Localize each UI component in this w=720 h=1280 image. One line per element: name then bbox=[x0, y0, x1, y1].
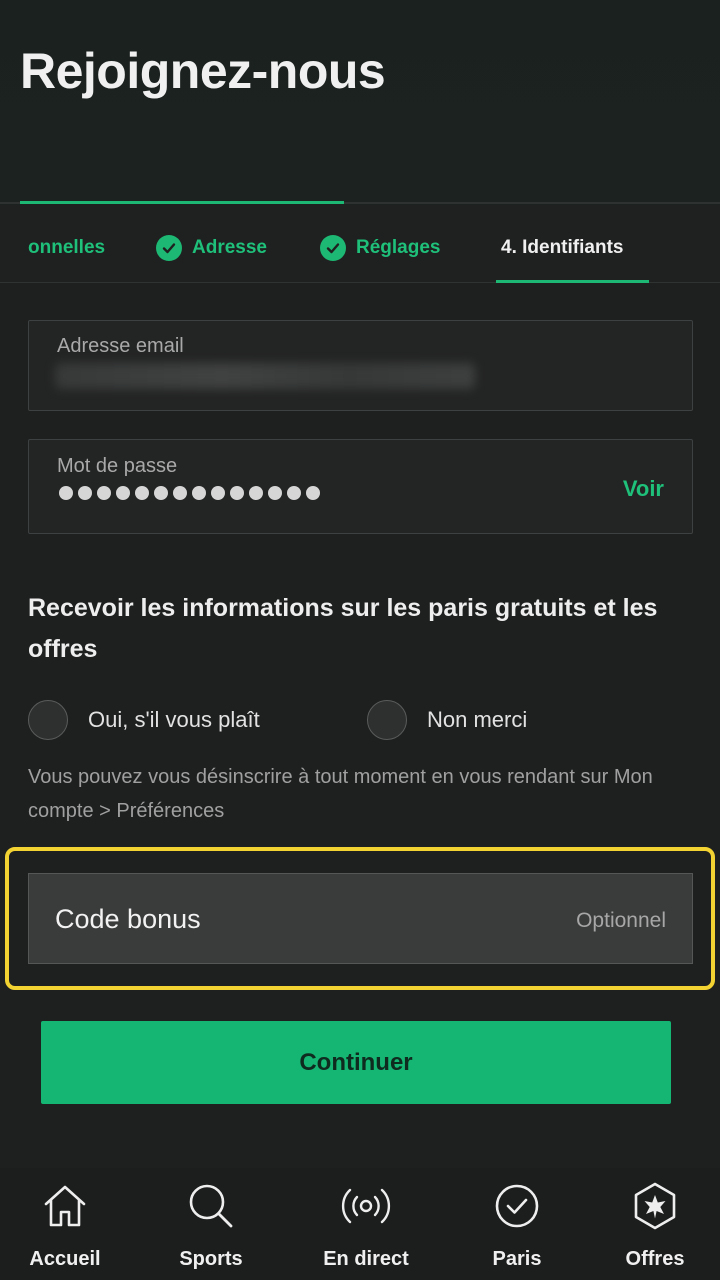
step-tab-personnelles[interactable]: onnelles bbox=[28, 231, 105, 265]
password-dot bbox=[154, 486, 168, 500]
nav-item-accueil[interactable]: Accueil bbox=[0, 1180, 135, 1271]
password-dot bbox=[192, 486, 206, 500]
password-dot bbox=[97, 486, 111, 500]
live-broadcast-icon bbox=[341, 1188, 391, 1224]
step-label: Réglages bbox=[356, 237, 441, 258]
unsubscribe-hint: Vous pouvez vous désinscrire à tout mome… bbox=[28, 766, 653, 822]
bonus-code-label: Code bonus bbox=[55, 904, 201, 934]
search-icon bbox=[189, 1184, 233, 1228]
star-badge-icon bbox=[634, 1182, 676, 1230]
active-step-underline bbox=[496, 280, 649, 283]
header: Rejoignez-nous bbox=[0, 0, 720, 205]
password-label: Mot de passe bbox=[57, 455, 178, 477]
password-dot bbox=[306, 486, 320, 500]
nav-label: Paris bbox=[492, 1248, 542, 1270]
password-dot bbox=[59, 486, 73, 500]
radio-button[interactable] bbox=[28, 700, 68, 740]
password-mask bbox=[59, 486, 320, 500]
nav-label: Accueil bbox=[29, 1248, 101, 1270]
password-dot bbox=[173, 486, 187, 500]
check-icon bbox=[156, 235, 182, 261]
radio-option-yes[interactable]: Oui, s'il vous plaît bbox=[28, 700, 260, 740]
bottom-nav: Accueil Sports En direct Paris Offres bbox=[0, 1168, 720, 1280]
password-dot bbox=[116, 486, 130, 500]
step-label: Adresse bbox=[192, 237, 267, 258]
step-tab-adresse[interactable]: Adresse bbox=[156, 231, 267, 265]
check-icon bbox=[320, 235, 346, 261]
password-dot bbox=[230, 486, 244, 500]
home-icon bbox=[44, 1185, 86, 1227]
show-password-button[interactable]: Voir bbox=[623, 476, 664, 502]
step-tabs: onnelles Adresse Réglages 4. Identifiant… bbox=[0, 205, 720, 283]
password-dot bbox=[249, 486, 263, 500]
radio-label-yes: Oui, s'il vous plaît bbox=[88, 707, 260, 732]
nav-label: En direct bbox=[323, 1248, 409, 1270]
nav-label: Sports bbox=[179, 1248, 243, 1270]
radio-button[interactable] bbox=[367, 700, 407, 740]
nav-item-sports[interactable]: Sports bbox=[141, 1180, 281, 1271]
nav-item-paris[interactable]: Paris bbox=[447, 1180, 587, 1271]
password-dot bbox=[268, 486, 282, 500]
optional-label: Optionnel bbox=[576, 909, 666, 932]
continue-button[interactable]: Continuer bbox=[41, 1021, 671, 1104]
password-field[interactable]: Mot de passe Voir bbox=[28, 439, 693, 534]
page-title: Rejoignez-nous bbox=[20, 43, 386, 99]
radio-label-no: Non merci bbox=[427, 707, 528, 732]
password-dot bbox=[287, 486, 301, 500]
progress-bar-fill bbox=[20, 201, 344, 204]
password-dot bbox=[211, 486, 225, 500]
step-label: onnelles bbox=[28, 237, 106, 258]
marketing-title: Recevoir les informations sur les paris … bbox=[28, 594, 658, 663]
step-tab-identifiants[interactable]: 4. Identifiants bbox=[501, 231, 623, 265]
nav-item-en-direct[interactable]: En direct bbox=[296, 1180, 436, 1271]
bonus-code-field[interactable]: Code bonus Optionnel bbox=[28, 873, 693, 964]
email-field[interactable]: Adresse email bbox=[28, 320, 693, 411]
check-circle-icon bbox=[495, 1184, 539, 1228]
nav-label: Offres bbox=[625, 1248, 685, 1270]
password-dot bbox=[78, 486, 92, 500]
email-label: Adresse email bbox=[57, 335, 184, 357]
step-label: 4. Identifiants bbox=[501, 237, 624, 258]
password-dot bbox=[135, 486, 149, 500]
radio-option-no[interactable]: Non merci bbox=[367, 700, 527, 740]
step-tab-reglages[interactable]: Réglages bbox=[320, 231, 440, 265]
nav-item-offres[interactable]: Offres bbox=[585, 1180, 720, 1271]
email-value-blurred bbox=[55, 363, 475, 389]
